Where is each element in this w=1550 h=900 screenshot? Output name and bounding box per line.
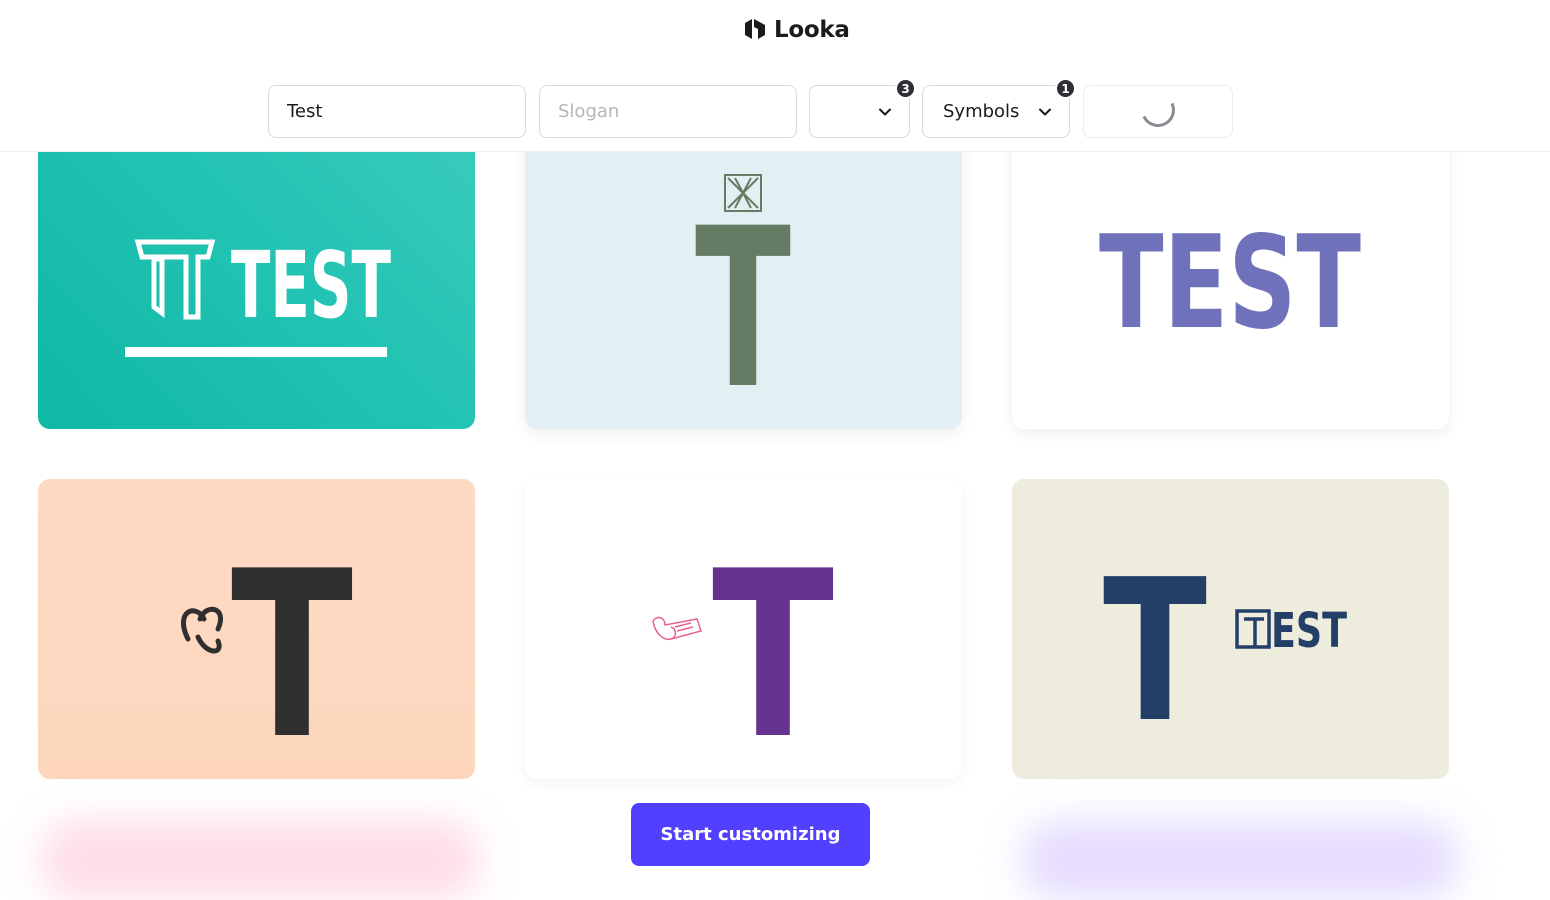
industry-dropdown[interactable]: 3 <box>809 78 916 138</box>
logo-preview-5: T <box>652 523 834 779</box>
logo-underline <box>125 347 387 357</box>
logo-text: TEST <box>1099 209 1361 358</box>
brand-name: Looka <box>774 17 850 43</box>
company-name-input[interactable] <box>269 86 525 137</box>
slogan-field[interactable] <box>539 85 797 138</box>
company-name-field[interactable] <box>268 85 526 138</box>
logo-text: T <box>1103 538 1207 766</box>
t-frame-icon <box>1235 609 1271 649</box>
logo-card-5[interactable]: T <box>525 479 962 779</box>
looka-logo-icon <box>745 19 765 39</box>
slogan-input[interactable] <box>540 86 796 137</box>
logo-preview-2: T <box>695 174 791 429</box>
t-emblem-icon <box>134 239 216 320</box>
scroll-icon <box>652 616 702 641</box>
logo-text-secondary: EST <box>1271 603 1347 659</box>
logo-text: T <box>712 523 834 779</box>
symbols-label: Symbols <box>943 101 1020 122</box>
symbols-dropdown[interactable]: Symbols 1 <box>922 78 1076 138</box>
logo-preview-6: T EST <box>1103 538 1347 766</box>
logo-text: TEST <box>231 232 391 339</box>
logo-preview-1: TEST <box>125 232 391 357</box>
logo-card-6[interactable]: T EST <box>1012 479 1449 779</box>
butterfly-icon <box>180 606 223 654</box>
logo-preview-4: T <box>180 523 353 779</box>
industry-count-badge: 3 <box>895 78 916 99</box>
generate-button[interactable] <box>1083 85 1233 138</box>
logo-card-4[interactable]: T <box>38 479 475 779</box>
logo-card-2[interactable]: T <box>525 129 962 429</box>
chevron-down-icon <box>1039 108 1051 115</box>
logo-card-3[interactable]: TEST <box>1012 129 1449 429</box>
top-bar: Looka 3 Symbols 1 <box>0 0 1550 152</box>
loading-spinner-icon <box>1136 88 1180 132</box>
start-customizing-button[interactable]: Start customizing <box>631 803 870 866</box>
next-card-glow <box>1020 820 1460 900</box>
chevron-down-icon <box>879 108 891 115</box>
logo-card-1[interactable]: TEST <box>38 129 475 429</box>
logo-text: T <box>231 523 353 779</box>
symbols-count-badge: 1 <box>1055 78 1076 99</box>
next-card-glow <box>40 820 480 900</box>
brand-logo[interactable]: Looka <box>742 14 850 46</box>
logo-text: T <box>695 181 791 429</box>
logo-preview-3: TEST <box>1099 209 1361 358</box>
